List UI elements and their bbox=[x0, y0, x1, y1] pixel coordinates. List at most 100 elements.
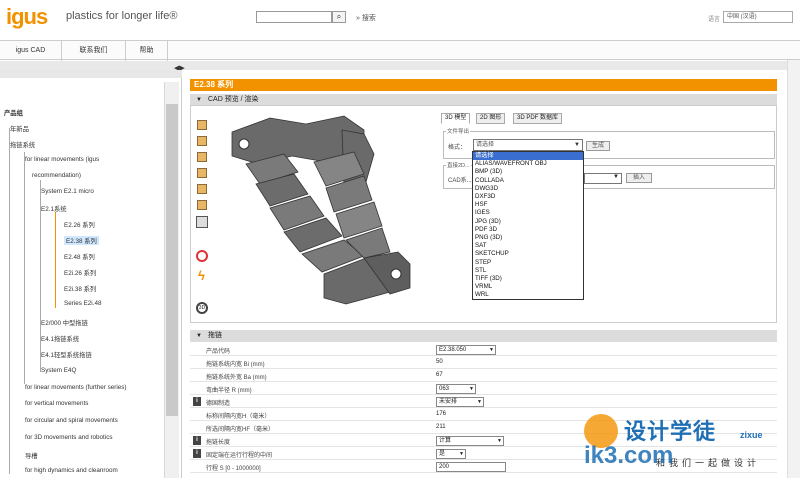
dropdown-option[interactable]: STL bbox=[473, 267, 583, 275]
chevron-down-icon: ▼ bbox=[459, 451, 464, 457]
tree-item[interactable]: E2.48 系列 bbox=[64, 252, 95, 261]
param-value: 176 bbox=[436, 411, 447, 417]
param-label: 拖链系统外宽 Ba (mm) bbox=[206, 375, 267, 381]
tree-item[interactable]: for high dynamics and cleanroom bbox=[25, 467, 118, 474]
view-right-icon[interactable] bbox=[197, 184, 207, 194]
tab-3d-pdf[interactable]: 3D PDF 数据库 bbox=[513, 113, 563, 124]
tree-item[interactable]: System E2.1 micro bbox=[41, 188, 94, 195]
tree-item[interactable]: 年新品 bbox=[10, 124, 29, 133]
dropdown-option[interactable]: TIFF (3D) bbox=[473, 275, 583, 283]
tree-item[interactable]: recommendation) bbox=[32, 172, 81, 179]
sidebar: 产品组 年新品 拖链系统 for linear movements (igus … bbox=[0, 70, 182, 478]
info-icon[interactable]: i bbox=[193, 436, 201, 445]
tab-help[interactable]: 帮助 bbox=[126, 41, 168, 61]
view-iso-icon[interactable] bbox=[197, 120, 207, 130]
dropdown-option[interactable]: ALIAS/WAVEFRONT OBJ bbox=[473, 160, 583, 168]
tab-contact[interactable]: 联系我们 bbox=[62, 41, 126, 61]
view-bottom-icon[interactable] bbox=[196, 216, 208, 228]
tab-3d-model[interactable]: 3D 模型 bbox=[441, 113, 471, 124]
view-left-icon[interactable] bbox=[197, 168, 207, 178]
insert-button[interactable]: 插入 bbox=[626, 173, 652, 183]
dropdown-option[interactable]: COLLADA bbox=[473, 177, 583, 185]
search-link[interactable]: » 搜索 bbox=[356, 13, 376, 23]
dropdown-option[interactable]: SAT bbox=[473, 242, 583, 250]
dropdown-option[interactable]: VRML bbox=[473, 283, 583, 291]
stroke-input[interactable]: 200 bbox=[436, 462, 506, 472]
cable-chain-3d-model[interactable] bbox=[214, 112, 424, 312]
tree-item[interactable]: for circular and spiral movements bbox=[25, 417, 118, 424]
dropdown-option[interactable]: JPG (3D) bbox=[473, 218, 583, 226]
view-back-icon[interactable] bbox=[197, 152, 207, 162]
tree-item[interactable]: 导槽 bbox=[25, 451, 38, 460]
dropdown-option[interactable]: PDF 3D bbox=[473, 226, 583, 234]
cad-insert-legend: 直接2D... bbox=[446, 161, 471, 169]
param-label: 所选间隔内宽HF（毫米） bbox=[206, 427, 274, 433]
tree-item[interactable]: for vertical movements bbox=[25, 400, 88, 407]
dropdown-option[interactable]: IGES bbox=[473, 209, 583, 217]
tree-item[interactable]: E2.26 系列 bbox=[64, 220, 95, 229]
tree-item[interactable]: for linear movements (further series) bbox=[25, 384, 126, 391]
tab-igus-cad[interactable]: igus CAD bbox=[0, 41, 62, 61]
format-label: 格式： bbox=[448, 145, 467, 151]
tree-item[interactable]: for linear movements (igus bbox=[25, 156, 99, 163]
watermark-domain: ik3.com bbox=[584, 442, 674, 469]
dropdown-option[interactable]: 请选择 bbox=[473, 152, 583, 161]
tree-item[interactable]: E4.1轻型系统拖链 bbox=[41, 350, 92, 359]
lightning-icon[interactable]: ϟ bbox=[198, 268, 205, 283]
info-icon[interactable]: i bbox=[193, 397, 201, 406]
param-row: 弯曲半径 R (mm) 063 ▼ bbox=[190, 383, 777, 395]
tab-2d-drawing[interactable]: 2D 图形 bbox=[476, 113, 506, 124]
param-value: 50 bbox=[436, 359, 443, 365]
view-front-icon[interactable] bbox=[197, 136, 207, 146]
param-label: 标称间隔内宽H（毫米） bbox=[206, 414, 271, 420]
scrollbar-thumb[interactable] bbox=[166, 104, 178, 416]
format-dropdown-list[interactable]: 请选择 ALIAS/WAVEFRONT OBJ BMP (3D) COLLADA… bbox=[472, 151, 584, 300]
tree-item[interactable]: 产品组 bbox=[4, 108, 23, 117]
3d-rotate-icon[interactable]: 3D bbox=[196, 302, 208, 314]
tree-item[interactable]: 拖链系统 bbox=[10, 140, 35, 149]
dropdown-option[interactable]: PNG (3D) bbox=[473, 234, 583, 242]
igus-logo[interactable]: igus bbox=[6, 4, 48, 30]
tree-item[interactable]: System E4Q bbox=[41, 367, 76, 374]
cad-section-label: CAD 预览 / 渲染 bbox=[208, 96, 259, 103]
dropdown-option[interactable]: STEP bbox=[473, 259, 583, 267]
dropdown-option[interactable]: HSF bbox=[473, 201, 583, 209]
dropdown-option[interactable]: SKETCHUP bbox=[473, 250, 583, 258]
info-icon[interactable]: i bbox=[193, 449, 201, 458]
tree-item-selected[interactable]: E2.38 系列 bbox=[64, 236, 99, 245]
tagline: plastics for longer life® bbox=[66, 10, 178, 22]
view-top-icon[interactable] bbox=[197, 200, 207, 210]
search-input[interactable] bbox=[256, 11, 332, 23]
tree-item[interactable]: E2/000 中型拖链 bbox=[41, 318, 88, 327]
dropdown-option[interactable]: DXF3D bbox=[473, 193, 583, 201]
tree-item[interactable]: E2i.26 系列 bbox=[64, 268, 96, 277]
param-select[interactable]: 063 ▼ bbox=[436, 384, 476, 394]
language-select[interactable]: 中国 (汉语) bbox=[723, 11, 793, 23]
header: igus plastics for longer life® ⌕ » 搜索 语言… bbox=[0, 0, 800, 38]
dropdown-option[interactable]: WRL bbox=[473, 291, 583, 299]
param-label: 产品代码 bbox=[206, 349, 231, 355]
watermark-zixue: zixue bbox=[740, 430, 763, 440]
tree-item[interactable]: for 3D movements and robotics bbox=[25, 434, 113, 441]
tree-item[interactable]: E2i.38 系列 bbox=[64, 284, 96, 293]
param-select[interactable]: E2.38.050 ▼ bbox=[436, 345, 496, 355]
params-section-header[interactable]: ▼ 拖链 bbox=[190, 330, 777, 342]
param-value: 未安排 bbox=[439, 399, 458, 405]
param-row: 拖链系统外宽 Ba (mm) 67 bbox=[190, 370, 777, 382]
dropdown-option[interactable]: BMP (3D) bbox=[473, 168, 583, 176]
dropdown-option[interactable]: DWG3D bbox=[473, 185, 583, 193]
generate-button[interactable]: 生成 bbox=[586, 141, 610, 151]
sidebar-scrollbar[interactable] bbox=[164, 82, 179, 478]
param-value: 67 bbox=[436, 372, 443, 378]
rotate-icon[interactable] bbox=[196, 250, 208, 262]
search-icon[interactable]: ⌕ bbox=[332, 11, 346, 23]
param-select[interactable]: 未安排 ▼ bbox=[436, 397, 484, 407]
param-select[interactable]: 是 ▼ bbox=[436, 449, 466, 459]
param-label: 拖链长度 bbox=[206, 440, 231, 446]
param-select[interactable]: 计算 ▼ bbox=[436, 436, 504, 446]
cad-system-select[interactable]: ▼ bbox=[584, 173, 622, 184]
tree-item[interactable]: Series E2i.48 bbox=[64, 300, 101, 307]
tree-item[interactable]: E4.1拖链系统 bbox=[41, 334, 79, 343]
format-select[interactable]: 请选择 ▼ bbox=[473, 139, 583, 151]
tree-item[interactable]: E2.1系统 bbox=[41, 204, 67, 213]
